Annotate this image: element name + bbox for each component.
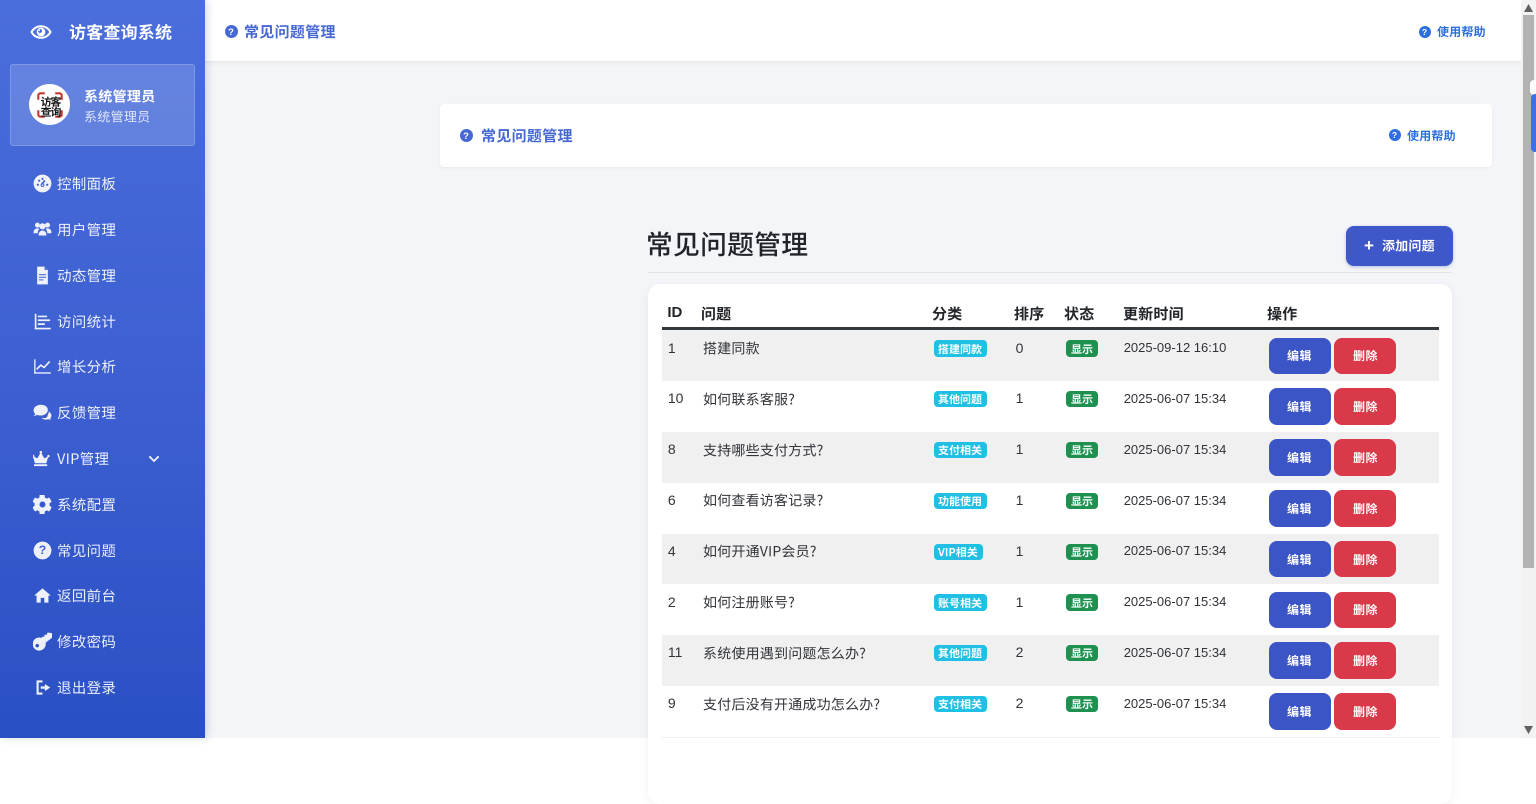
svg-text:?: ?	[39, 543, 46, 557]
